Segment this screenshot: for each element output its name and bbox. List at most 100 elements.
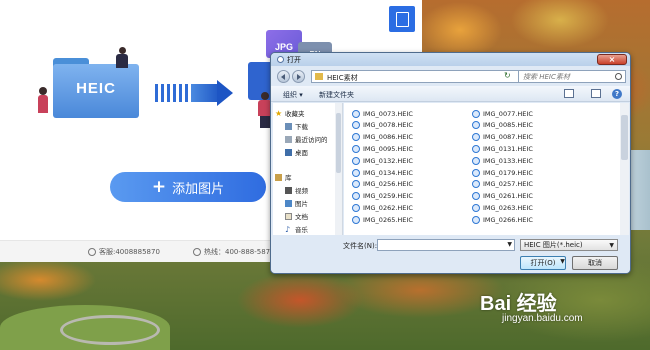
heic-file-icon	[472, 192, 480, 201]
filename-input[interactable]: ▼	[377, 239, 515, 251]
nav-documents[interactable]: 文档	[285, 211, 308, 221]
watermark-url: jingyan.baidu.com	[502, 313, 583, 324]
forward-button[interactable]	[292, 70, 305, 83]
file-item[interactable]: IMG_0095.HEIC	[352, 144, 413, 153]
path-box[interactable]: HEIC素材 ▼	[311, 70, 531, 83]
heic-file-icon	[352, 192, 360, 201]
organize-menu[interactable]: 组织 ▾	[283, 90, 303, 100]
search-icon[interactable]	[615, 73, 622, 80]
file-item[interactable]: IMG_0086.HEIC	[352, 133, 413, 142]
help-icon[interactable]: ?	[612, 89, 622, 99]
plus-icon: +	[151, 176, 167, 197]
nav-downloads[interactable]: 下载	[285, 121, 308, 131]
file-name: IMG_0265.HEIC	[363, 215, 413, 224]
file-name: IMG_0078.HEIC	[363, 121, 413, 130]
search-box[interactable]	[518, 70, 626, 83]
add-image-button[interactable]: + 添加图片	[110, 172, 266, 202]
back-button[interactable]	[277, 70, 290, 83]
file-name: IMG_0133.HEIC	[483, 156, 533, 165]
folder-icon	[315, 73, 323, 80]
file-item[interactable]: IMG_0131.HEIC	[472, 144, 533, 153]
recent-folder-icon	[285, 135, 292, 143]
file-item[interactable]: IMG_0262.HEIC	[352, 203, 413, 212]
refresh-icon[interactable]: ↻	[504, 71, 514, 81]
heic-file-icon	[472, 144, 480, 153]
heic-file-icon	[352, 156, 360, 165]
download-folder-icon	[285, 122, 292, 130]
dialog-icon	[277, 56, 284, 63]
dialog-titlebar: 打开 ×	[271, 53, 630, 66]
file-name: IMG_0134.HEIC	[363, 168, 413, 177]
open-options-dropdown[interactable]: ▼	[558, 256, 567, 270]
star-icon: ★	[275, 108, 283, 118]
file-item[interactable]: IMG_0132.HEIC	[352, 156, 413, 165]
nav-videos[interactable]: 视频	[285, 185, 308, 195]
heic-file-icon	[352, 215, 360, 224]
app-icon[interactable]	[389, 6, 415, 32]
file-item[interactable]: IMG_0087.HEIC	[472, 133, 533, 142]
heic-file-icon	[472, 180, 480, 189]
watermark-brand: Bai 经验	[480, 293, 557, 315]
convert-arrow-icon	[155, 80, 235, 106]
heic-file-icon	[472, 121, 480, 130]
heic-file-icon	[472, 203, 480, 212]
file-name: IMG_0179.HEIC	[483, 168, 533, 177]
file-item[interactable]: IMG_0265.HEIC	[352, 215, 413, 224]
folder-label: HEIC	[76, 80, 116, 97]
file-item[interactable]: IMG_0263.HEIC	[472, 203, 533, 212]
person-illustration	[116, 47, 130, 69]
file-item[interactable]: IMG_0133.HEIC	[472, 156, 533, 165]
search-input[interactable]	[519, 71, 611, 82]
nav-libraries[interactable]: 库	[275, 172, 292, 182]
nav-recent[interactable]: 最近访问的	[285, 134, 328, 144]
file-item[interactable]: IMG_0261.HEIC	[472, 192, 533, 201]
chevron-down-icon[interactable]: ▼	[507, 241, 512, 248]
filename-label: 文件名(N):	[343, 242, 378, 250]
person-illustration	[38, 87, 48, 113]
open-file-dialog: 打开 × HEIC素材 ▼ ↻ 组织 ▾ 新建文件夹 ? ★ 收藏夹 下载	[270, 52, 631, 274]
file-item[interactable]: IMG_0078.HEIC	[352, 121, 413, 130]
current-path: HEIC素材	[327, 74, 358, 82]
music-icon: ♪	[285, 224, 291, 234]
chevron-down-icon: ▼	[609, 242, 614, 249]
phone-icon	[193, 248, 201, 256]
file-name: IMG_0131.HEIC	[483, 144, 533, 153]
file-item[interactable]: IMG_0257.HEIC	[472, 180, 533, 189]
new-folder-button[interactable]: 新建文件夹	[319, 90, 354, 100]
heic-file-icon	[352, 203, 360, 212]
file-name: IMG_0085.HEIC	[483, 121, 533, 130]
nav-desktop[interactable]: 桌面	[285, 147, 308, 157]
file-name: IMG_0073.HEIC	[363, 109, 413, 118]
headset-icon	[88, 248, 96, 256]
navigation-pane: ★ 收藏夹 下载 最近访问的 桌面 库 视频 图片 文档 ♪ 音乐	[273, 103, 343, 235]
nav-favorites[interactable]: ★ 收藏夹	[275, 108, 305, 118]
file-item[interactable]: IMG_0259.HEIC	[352, 192, 413, 201]
close-button[interactable]: ×	[597, 54, 627, 65]
file-item[interactable]: IMG_0179.HEIC	[472, 168, 533, 177]
file-name: IMG_0262.HEIC	[363, 203, 413, 212]
nav-pictures[interactable]: 图片	[285, 198, 308, 208]
road	[60, 315, 160, 345]
preview-pane-icon[interactable]	[591, 89, 601, 98]
heic-file-icon	[352, 168, 360, 177]
filetype-select[interactable]: HEIC 图片(*.heic) ▼	[520, 239, 618, 251]
file-list: IMG_0073.HEIC IMG_0078.HEIC IMG_0086.HEIC I…	[344, 103, 629, 235]
dialog-toolbar: 组织 ▾ 新建文件夹 ?	[271, 86, 630, 102]
nav-scrollbar[interactable]	[335, 103, 342, 235]
cancel-button[interactable]: 取消	[572, 256, 618, 270]
file-scrollbar[interactable]	[620, 103, 629, 235]
file-name: IMG_0077.HEIC	[483, 109, 533, 118]
nav-music[interactable]: ♪ 音乐	[285, 224, 308, 234]
file-item[interactable]: IMG_0266.HEIC	[472, 215, 533, 224]
add-image-label: 添加图片	[172, 181, 225, 197]
heic-file-icon	[352, 121, 360, 130]
desktop-icon	[285, 148, 292, 156]
file-item[interactable]: IMG_0134.HEIC	[352, 168, 413, 177]
file-name: IMG_0256.HEIC	[363, 180, 413, 189]
view-options-icon[interactable]	[564, 89, 574, 98]
file-item[interactable]: IMG_0256.HEIC	[352, 180, 413, 189]
file-item[interactable]: IMG_0073.HEIC	[352, 109, 413, 118]
file-name: IMG_0086.HEIC	[363, 133, 413, 142]
file-item[interactable]: IMG_0085.HEIC	[472, 121, 533, 130]
file-item[interactable]: IMG_0077.HEIC	[472, 109, 533, 118]
